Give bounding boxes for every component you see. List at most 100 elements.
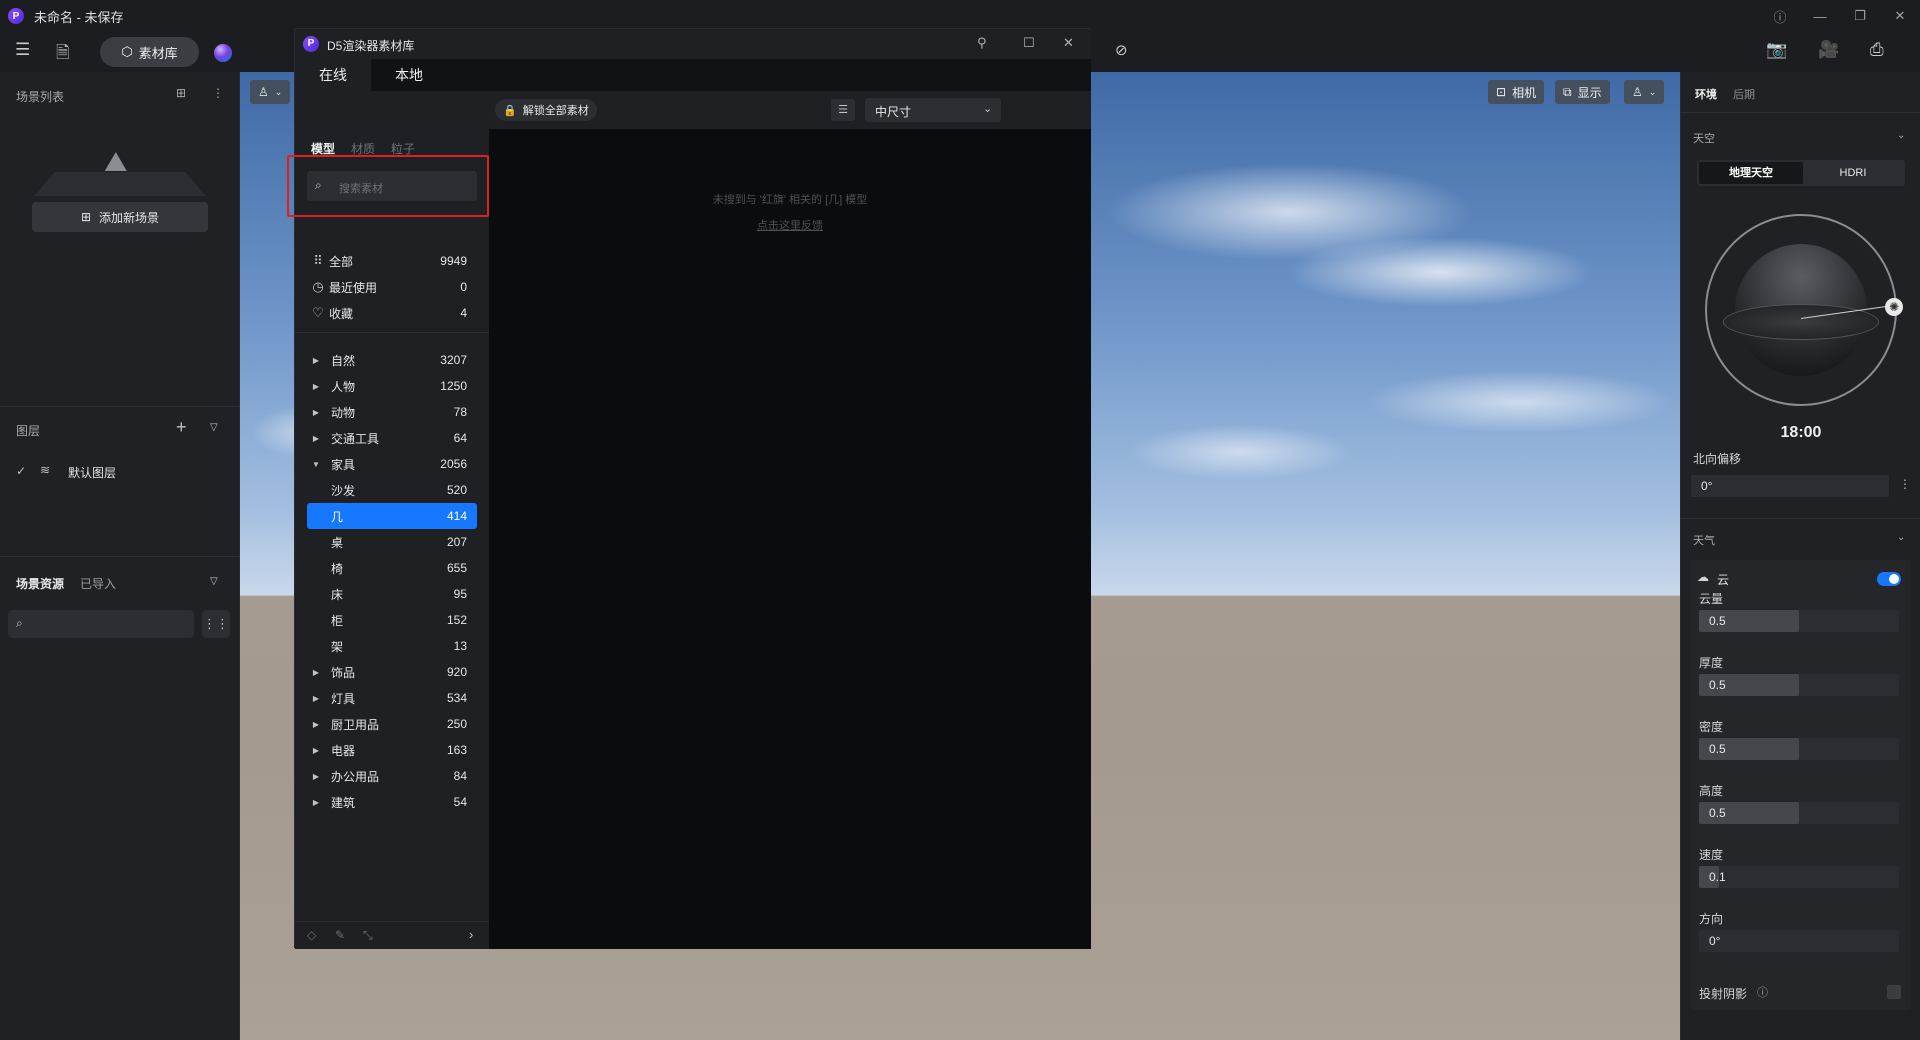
category-count: 414 xyxy=(446,509,467,523)
highlight-box xyxy=(287,155,489,217)
category-item[interactable]: ▼ 家具 2056 xyxy=(307,451,477,477)
assets-search-input[interactable]: ⌕ xyxy=(8,610,194,638)
app-logo-icon: P xyxy=(8,8,24,24)
more-icon[interactable]: ⋮ xyxy=(1899,477,1911,491)
avatar-mode-button[interactable]: ♙ ⌄ xyxy=(1624,80,1665,104)
list-filter-icon[interactable]: ☰ xyxy=(831,99,855,121)
category-item[interactable]: ▶ 电器 163 xyxy=(307,737,477,763)
category-name: 自然 xyxy=(331,353,356,368)
subcategory-item[interactable]: 架 13 xyxy=(307,633,477,659)
help-icon[interactable]: ⓘ xyxy=(1757,984,1768,1000)
video-icon[interactable]: 🎥 xyxy=(1818,40,1839,60)
display-button[interactable]: ⧉ 显示 xyxy=(1555,80,1610,104)
sky-section-title: 天空 xyxy=(1693,133,1715,145)
unlock-all-button[interactable]: 🔒 解锁全部素材 xyxy=(495,99,597,121)
subcategory-item[interactable]: 几 414 xyxy=(307,503,477,529)
weather-section-title: 天气 xyxy=(1693,535,1715,547)
tag-icon[interactable]: ◇ xyxy=(307,928,316,942)
layer-filter-icon[interactable]: ▽ xyxy=(210,422,218,433)
subcategory-item[interactable]: 椅 655 xyxy=(307,555,477,581)
subcategory-item[interactable]: 柜 152 xyxy=(307,607,477,633)
category-item[interactable]: ▶ 灯具 534 xyxy=(307,685,477,711)
chevron-down-icon[interactable]: ⌄ xyxy=(1897,130,1905,141)
category-item[interactable]: ▶ 动物 78 xyxy=(307,399,477,425)
weather-param-slider[interactable]: 0.5 xyxy=(1699,802,1899,824)
caret-right-icon: ▶ xyxy=(312,771,320,781)
category-count: 95 xyxy=(453,587,467,601)
grid-view-icon[interactable]: ⋮⋮ xyxy=(202,610,230,638)
window-title: 未命名 - 未保存 xyxy=(34,9,124,25)
caret-down-icon: ▼ xyxy=(312,459,320,469)
file-icon[interactable]: 🗎 xyxy=(56,40,70,69)
assets-filter-icon[interactable]: ▽ xyxy=(210,576,218,587)
sky-option-hdri[interactable]: HDRI xyxy=(1803,162,1903,184)
tab-local[interactable]: 本地 xyxy=(371,59,447,91)
category-count: 54 xyxy=(453,795,467,809)
weather-param-slider[interactable]: 0.5 xyxy=(1699,738,1899,760)
scene-assets-tab[interactable]: 场景资源 xyxy=(16,575,64,592)
add-layer-icon[interactable]: + xyxy=(176,417,187,438)
clock-icon: ◷ xyxy=(312,279,324,294)
asset-library-button[interactable]: ⬡ 素材库 xyxy=(100,37,199,67)
feedback-link[interactable]: 点击这里反馈 xyxy=(489,217,1091,233)
navigation-mode-button[interactable]: ♙ ⌄ xyxy=(250,80,290,104)
time-display: 18:00 xyxy=(1780,424,1822,441)
category-item[interactable]: ▶ 交通工具 64 xyxy=(307,425,477,451)
quick-filter-item[interactable]: ⠿ 全部 9949 xyxy=(307,248,477,274)
sun-handle-icon[interactable]: ✺ xyxy=(1885,298,1903,316)
heart-icon: ♡ xyxy=(312,305,324,320)
left-panel: 场景列表 ⊞ ⋮ ⛰ ⊞ 添加新场景 图层 + ▽ ✓ ≋ 默认图层 场景资源 … xyxy=(0,72,240,1040)
tab-post[interactable]: 后期 xyxy=(1733,86,1755,102)
quick-filter-item[interactable]: ◷ 最近使用 0 xyxy=(307,274,477,300)
category-name: 架 xyxy=(331,639,344,654)
viewport-toggle-icon[interactable]: ⊘ xyxy=(1115,41,1128,59)
weather-param-slider[interactable]: 0.5 xyxy=(1699,674,1899,696)
restore-button[interactable]: ❐ xyxy=(1840,8,1880,24)
weather-param-slider[interactable]: 0.5 xyxy=(1699,610,1899,632)
edit-icon[interactable]: ✎ xyxy=(335,928,345,942)
tab-online[interactable]: 在线 xyxy=(295,59,371,91)
material-orb-icon[interactable] xyxy=(214,44,232,62)
category-count: 2056 xyxy=(440,457,467,471)
camera-button[interactable]: ⊡ 相机 xyxy=(1488,80,1545,104)
sky-option-geo[interactable]: 地理天空 xyxy=(1699,162,1803,184)
default-layer-label[interactable]: 默认图层 xyxy=(68,464,116,481)
category-item[interactable]: ▶ 建筑 54 xyxy=(307,789,477,815)
category-item[interactable]: ▶ 自然 3207 xyxy=(307,347,477,373)
close-window-button[interactable]: ✕ xyxy=(1880,8,1920,24)
minimize-button[interactable]: — xyxy=(1800,9,1840,24)
scene-list-add-icon[interactable]: ⊞ xyxy=(176,86,186,100)
size-select[interactable]: 中尺寸 ⌄ xyxy=(865,98,1001,122)
add-scene-button[interactable]: ⊞ 添加新场景 xyxy=(32,202,208,232)
menu-icon[interactable]: ☰ xyxy=(15,40,30,60)
category-count: 0 xyxy=(460,280,467,294)
category-item[interactable]: ▶ 人物 1250 xyxy=(307,373,477,399)
close-icon[interactable]: ✕ xyxy=(1063,35,1074,51)
chevron-down-icon[interactable]: ⌄ xyxy=(1897,532,1905,543)
cloud-toggle[interactable] xyxy=(1877,572,1901,586)
imported-tab[interactable]: 已导入 xyxy=(80,575,116,592)
category-item[interactable]: ▶ 厨卫用品 250 xyxy=(307,711,477,737)
subcategory-item[interactable]: 沙发 520 xyxy=(307,477,477,503)
layer-check-icon[interactable]: ✓ xyxy=(16,464,26,478)
north-offset-input[interactable]: 0° xyxy=(1691,475,1889,497)
scene-list-more-icon[interactable]: ⋮ xyxy=(212,86,224,100)
category-item[interactable]: ▶ 办公用品 84 xyxy=(307,763,477,789)
subcategory-item[interactable]: 桌 207 xyxy=(307,529,477,555)
render-queue-icon[interactable]: ⎙ xyxy=(1870,40,1884,60)
pin-icon[interactable]: ⚲ xyxy=(977,35,987,51)
cast-shadow-checkbox[interactable] xyxy=(1887,985,1901,999)
subcategory-item[interactable]: 床 95 xyxy=(307,581,477,607)
weather-param-slider[interactable]: 0° xyxy=(1699,930,1899,952)
link-icon[interactable]: ⤡ xyxy=(363,928,373,943)
screenshot-icon[interactable]: 📷 xyxy=(1766,40,1787,60)
maximize-icon[interactable]: ☐ xyxy=(1023,35,1035,51)
tab-environment[interactable]: 环境 xyxy=(1695,86,1717,102)
help-icon[interactable]: ⓘ xyxy=(1760,7,1800,26)
weather-param-slider[interactable]: 0.1 xyxy=(1699,866,1899,888)
category-item[interactable]: ▶ 饰品 920 xyxy=(307,659,477,685)
quick-filter-item[interactable]: ♡ 收藏 4 xyxy=(307,300,477,326)
chevron-right-icon[interactable]: › xyxy=(469,927,473,942)
dialog-logo-icon: P xyxy=(303,36,319,52)
category-name: 家具 xyxy=(331,457,356,472)
